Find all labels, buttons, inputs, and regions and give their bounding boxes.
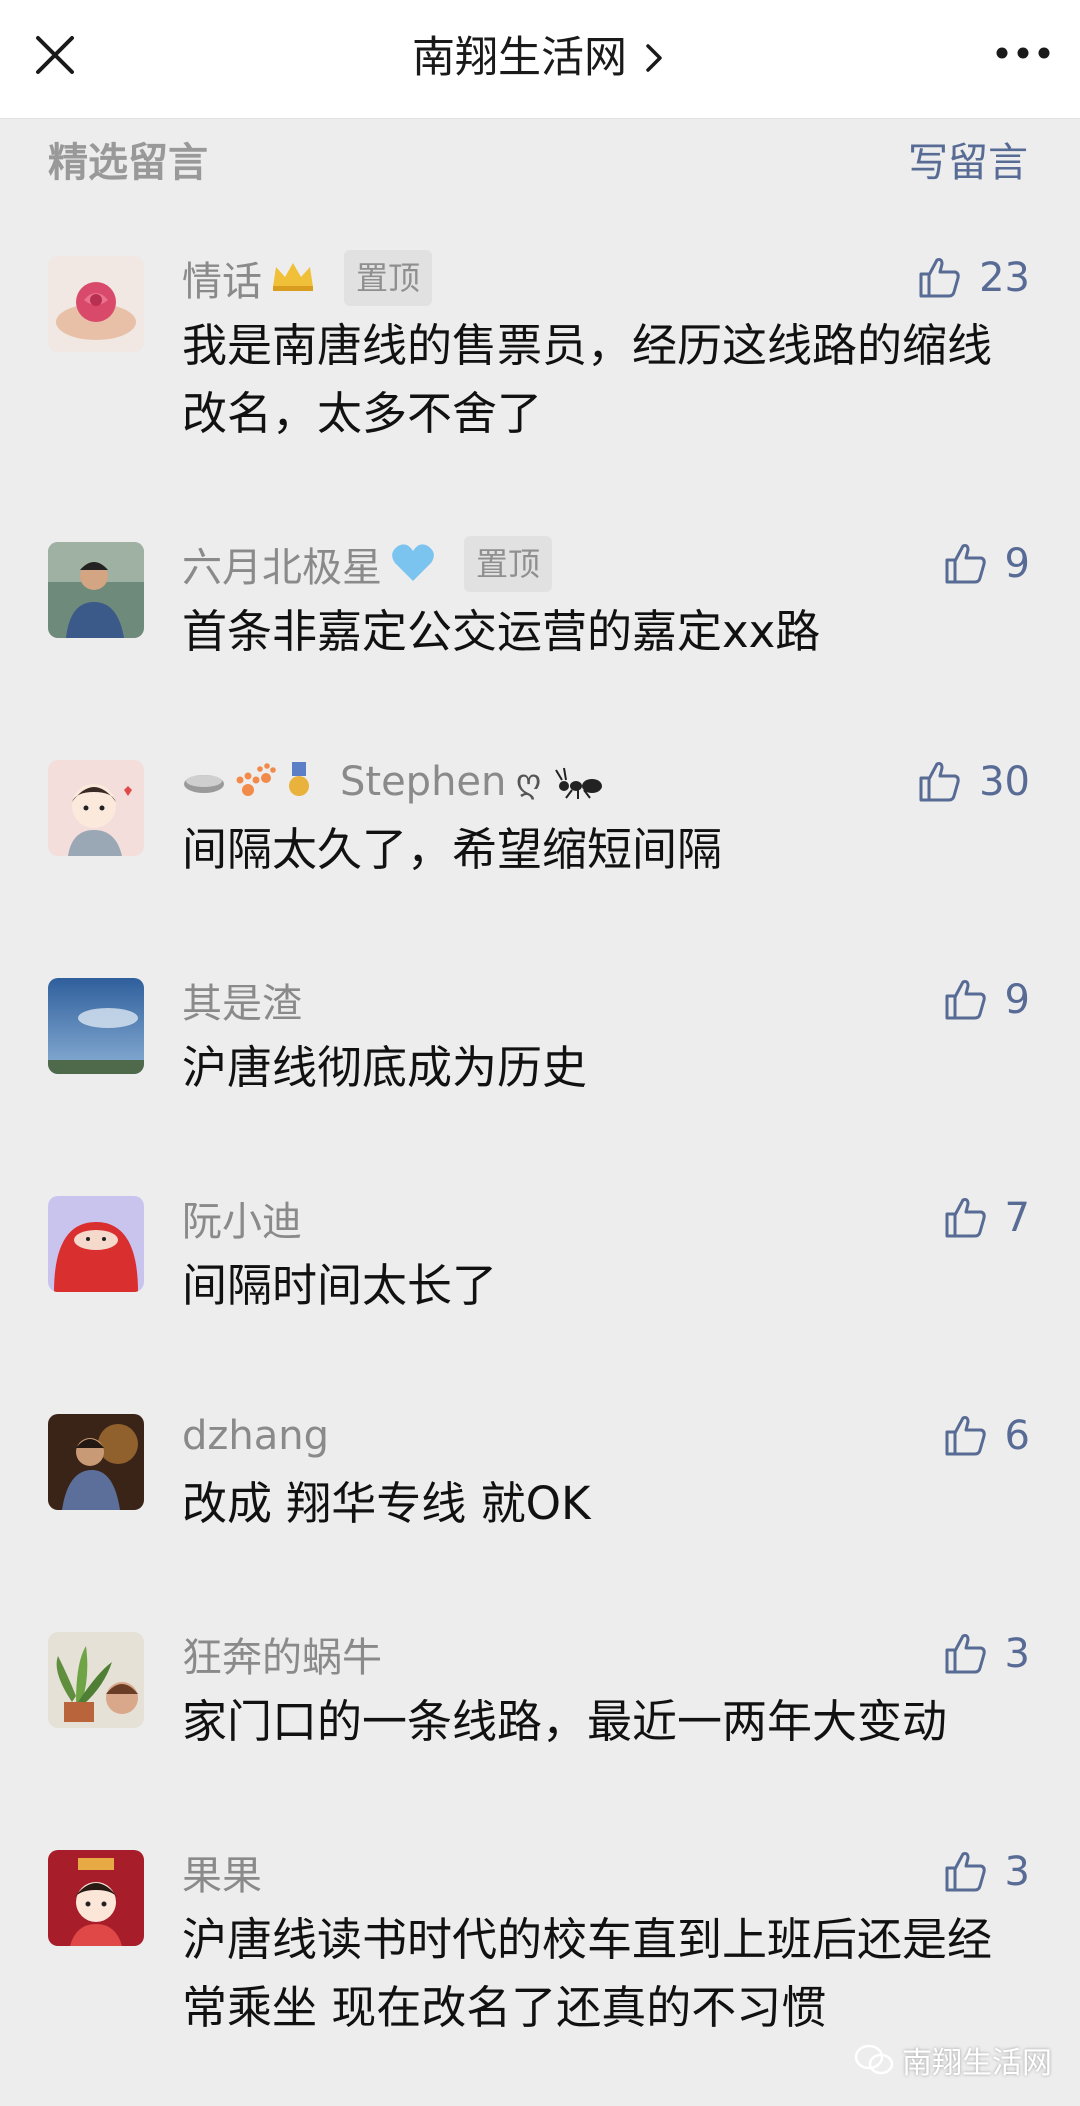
- like-button[interactable]: 6: [941, 1406, 1030, 1466]
- thumbs-up-icon: [945, 1198, 986, 1238]
- avatar[interactable]: [48, 978, 144, 1074]
- comment-text: 家门口的一条线路，最近一两年大变动: [182, 1695, 948, 1748]
- sky-landscape-avatar-icon: [48, 978, 144, 1074]
- person-photo-avatar-icon: [48, 542, 144, 638]
- red-cartoon-girl-avatar-icon: [48, 1850, 144, 1946]
- chevron-right-icon: [646, 44, 662, 72]
- top-bar: 南翔生活网: [0, 0, 1080, 119]
- person-painting-avatar-icon: [48, 1414, 144, 1510]
- comment-text: 我是南唐线的售票员，经历这线路的缩线改名，太多不舍了: [182, 319, 993, 440]
- thumbs-up-icon: [945, 1634, 986, 1674]
- avatar[interactable]: [48, 256, 144, 352]
- avatar[interactable]: [48, 542, 144, 638]
- cartoon-girl-avatar-icon: [48, 760, 144, 856]
- thumbs-up-icon: [945, 980, 986, 1020]
- pinned-badge: 置顶: [464, 536, 553, 592]
- comment-text: 沪唐线彻底成为历史: [182, 1041, 588, 1094]
- nickname: 阮小迪: [182, 1199, 302, 1245]
- avatar[interactable]: [48, 1850, 144, 1946]
- thumbs-up-icon: [919, 258, 960, 298]
- like-button[interactable]: 23: [915, 248, 1030, 308]
- title-link[interactable]: 南翔生活网: [0, 30, 1080, 86]
- comment-text: 间隔太久了，希望缩短间隔: [182, 823, 723, 876]
- like-count: 9: [1004, 977, 1030, 1023]
- nickname: 情话: [182, 259, 262, 305]
- like-button[interactable]: 7: [941, 1188, 1030, 1248]
- comment-text: 首条非嘉定公交运营的嘉定xx路: [182, 605, 821, 658]
- svg-text:ღ: ღ: [516, 762, 541, 800]
- watermark: 南翔生活网: [854, 2036, 1052, 2084]
- plant-photo-avatar-icon: [48, 1632, 144, 1728]
- avatar[interactable]: [48, 1414, 144, 1510]
- like-button[interactable]: 9: [941, 970, 1030, 1030]
- like-count: 9: [1004, 541, 1030, 587]
- like-button[interactable]: 3: [941, 1842, 1030, 1902]
- crown-icon: [270, 259, 316, 297]
- nickname: 果果: [182, 1853, 262, 1899]
- rose-avatar-icon: [48, 256, 144, 352]
- like-button[interactable]: 9: [941, 534, 1030, 594]
- blue-heart-icon: [390, 541, 436, 587]
- like-count: 7: [1004, 1195, 1030, 1241]
- avatar[interactable]: [48, 1196, 144, 1292]
- like-count: 23: [979, 255, 1030, 301]
- ant-icon: ღ: [514, 758, 610, 806]
- nickname: 其是渣: [182, 981, 302, 1027]
- comment-text: 沪唐线读书时代的校车直到上班后还是经常乘坐 现在改名了还真的不习惯: [182, 1913, 993, 2034]
- avatar[interactable]: [48, 1632, 144, 1728]
- like-count: 6: [1004, 1413, 1030, 1459]
- red-cartoon-avatar-icon: [48, 1196, 144, 1292]
- thumbs-up-icon: [945, 544, 986, 584]
- section-title: 精选留言: [48, 140, 208, 186]
- page-title: 南翔生活网: [411, 33, 627, 83]
- wechat-icon: [854, 2044, 894, 2075]
- avatar[interactable]: [48, 760, 144, 856]
- nickname: 六月北极星: [182, 545, 382, 591]
- decoration-icons: [182, 760, 332, 804]
- pinned-badge: 置顶: [344, 250, 433, 306]
- write-comment-link[interactable]: 写留言: [908, 130, 1028, 188]
- comment-text: 间隔时间太长了: [182, 1259, 498, 1312]
- more-icon[interactable]: [988, 28, 1058, 78]
- thumbs-up-icon: [945, 1852, 986, 1892]
- like-count: 30: [979, 759, 1030, 805]
- thumbs-up-icon: [919, 762, 960, 802]
- nickname: dzhang: [182, 1413, 329, 1459]
- like-count: 3: [1004, 1631, 1030, 1677]
- thumbs-up-icon: [945, 1416, 986, 1456]
- nickname: Stephen: [340, 759, 507, 805]
- comment-text: 改成 翔华专线 就OK: [182, 1477, 591, 1530]
- watermark-text: 南翔生活网: [902, 2046, 1052, 2081]
- like-button[interactable]: 3: [941, 1624, 1030, 1684]
- like-button[interactable]: 30: [915, 752, 1030, 812]
- like-count: 3: [1004, 1849, 1030, 1895]
- comments-section-header: 精选留言 写留言: [0, 118, 1080, 188]
- nickname: 狂奔的蜗牛: [182, 1635, 382, 1681]
